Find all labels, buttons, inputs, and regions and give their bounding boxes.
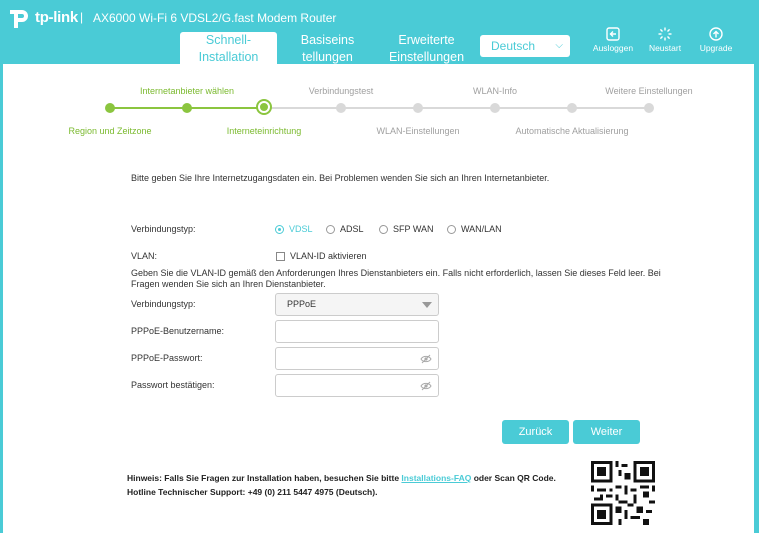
reboot-icon	[658, 27, 672, 41]
tab-quick-setup[interactable]: Schnell- Installation	[180, 32, 277, 64]
language-value: Deutsch	[491, 39, 536, 53]
connection-type-value: PPPoE	[287, 299, 317, 309]
radio-circle	[326, 224, 335, 234]
upgrade-icon	[709, 27, 723, 41]
step-dot	[413, 103, 423, 113]
next-button[interactable]: Weiter	[573, 420, 640, 444]
password-label: PPPoE-Passwort:	[131, 353, 203, 363]
radio-vdsl-label: VDSL	[289, 224, 313, 234]
radio-circle	[447, 224, 456, 234]
brand-name: tp-link	[35, 8, 78, 26]
tp-link-logo: tp-link	[6, 4, 78, 30]
progress-line-todo	[264, 107, 649, 109]
faq-link[interactable]: Installations-FAQ	[401, 473, 471, 483]
tab-quick-setup-line2: Installation	[198, 50, 259, 64]
step-label-wlan-settings: WLAN-Einstellungen	[376, 126, 460, 136]
back-button[interactable]: Zurück	[502, 420, 569, 444]
vlan-label: VLAN:	[131, 251, 158, 261]
step-label-connection-test: Verbindungstest	[308, 86, 374, 96]
logout-label: Ausloggen	[592, 43, 634, 53]
connection-type-label: Verbindungstyp:	[131, 224, 196, 234]
tab-basic-settings-line2: tellungen	[302, 50, 353, 64]
radio-vdsl[interactable]: VDSL	[275, 224, 313, 234]
radio-wan-lan[interactable]: WAN/LAN	[447, 224, 502, 234]
router-model: AX6000 Wi-Fi 6 VDSL2/G.fast Modem Router	[93, 11, 337, 25]
help-hint: Hinweis: Falls Sie Fragen zur Installati…	[127, 473, 556, 483]
radio-sfp-wan[interactable]: SFP WAN	[379, 224, 434, 234]
upgrade-button[interactable]: Upgrade	[691, 27, 741, 53]
step-label-auto-update: Automatische Aktualisierung	[515, 126, 629, 136]
username-label: PPPoE-Benutzername:	[131, 326, 225, 336]
tab-advanced-settings[interactable]: Erweiterte Einstellungen	[380, 32, 473, 64]
tab-basic-settings[interactable]: Basiseins tellungen	[285, 32, 370, 64]
logout-button[interactable]: Ausloggen	[588, 27, 638, 53]
connection-type-select[interactable]: PPPoE	[275, 293, 439, 316]
vlan-note: Geben Sie die VLAN-ID gemäß den Anforder…	[131, 268, 661, 290]
tab-advanced-settings-line1: Erweiterte	[398, 33, 455, 47]
vlan-checkbox-label: VLAN-ID aktivieren	[290, 251, 367, 261]
step-label-internet-setup: Interneteinrichtung	[226, 126, 302, 136]
tab-quick-setup-line1: Schnell-	[205, 33, 252, 47]
step-dot	[567, 103, 577, 113]
reboot-label: Neustart	[648, 43, 682, 53]
intro-text: Bitte geben Sie Ihre Internetzugangsdate…	[131, 173, 550, 183]
username-input[interactable]	[275, 320, 439, 343]
vlan-checkbox[interactable]: VLAN-ID aktivieren	[276, 251, 367, 261]
top-bar: tp-link | AX6000 Wi-Fi 6 VDSL2/G.fast Mo…	[0, 0, 759, 64]
hotline-text: Hotline Technischer Support: +49 (0) 211…	[127, 487, 378, 497]
confirm-password-label: Passwort bestätigen:	[131, 380, 215, 390]
tp-link-logo-icon	[10, 10, 28, 28]
upgrade-label: Upgrade	[699, 43, 733, 53]
radio-circle	[275, 224, 284, 234]
step-label-provider: Internetanbieter wählen	[139, 86, 235, 96]
eye-slash-icon[interactable]	[420, 381, 432, 391]
step-dot	[644, 103, 654, 113]
radio-circle	[379, 224, 388, 234]
radio-wan-lan-label: WAN/LAN	[461, 224, 502, 234]
qr-code	[591, 461, 655, 525]
tab-basic-settings-line1: Basiseins	[300, 33, 355, 47]
step-dot	[490, 103, 500, 113]
step-dot	[336, 103, 346, 113]
vlan-note-line2: Fragen wenden Sie sich an Ihren Dienstan…	[131, 279, 326, 289]
step-label-region: Region und Zeitzone	[68, 126, 152, 136]
chevron-down-icon: ⌵	[555, 40, 563, 51]
confirm-password-input[interactable]	[275, 374, 439, 397]
title-separator: |	[80, 10, 84, 24]
step-dot	[105, 103, 115, 113]
dropdown-arrow-icon	[422, 302, 432, 308]
eye-slash-icon[interactable]	[420, 354, 432, 364]
vlan-note-line1: Geben Sie die VLAN-ID gemäß den Anforder…	[131, 268, 661, 278]
tab-advanced-settings-line2: Einstellungen	[388, 50, 465, 64]
password-input[interactable]	[275, 347, 439, 370]
logout-icon	[606, 27, 620, 41]
hint-suffix: oder Scan QR Code.	[471, 473, 556, 483]
connection-type-2-label: Verbindungstyp:	[131, 299, 196, 309]
step-dot	[182, 103, 192, 113]
radio-adsl[interactable]: ADSL	[326, 224, 364, 234]
step-label-wlan-info: WLAN-Info	[472, 86, 518, 96]
reboot-button[interactable]: Neustart	[640, 27, 690, 53]
radio-sfp-wan-label: SFP WAN	[393, 224, 434, 234]
radio-adsl-label: ADSL	[340, 224, 364, 234]
language-select[interactable]: Deutsch ⌵	[480, 35, 570, 57]
hint-prefix: Hinweis: Falls Sie Fragen zur Installati…	[127, 473, 402, 483]
step-dot-current	[258, 101, 270, 113]
main-panel: Internetanbieter wählen Verbindungstest …	[3, 64, 754, 533]
step-label-more-settings: Weitere Einstellungen	[605, 86, 693, 96]
checkbox-box	[276, 251, 285, 261]
